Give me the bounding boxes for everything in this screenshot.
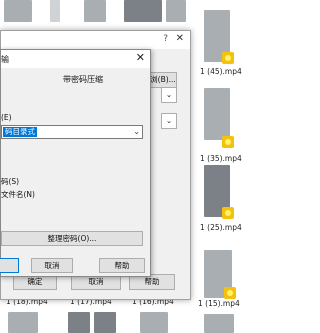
cancel-button[interactable]: 取消 — [31, 258, 73, 273]
password-dialog-titlebar: 输 ✕ — [1, 50, 150, 68]
help-icon[interactable]: ? — [163, 34, 168, 44]
video-thumbnail[interactable] — [8, 312, 38, 333]
video-thumbnail[interactable] — [204, 88, 230, 140]
browse-button[interactable]: 浏(B)... — [149, 72, 177, 88]
ok-button[interactable] — [0, 258, 19, 273]
video-thumbnail[interactable] — [204, 314, 234, 333]
password-value[interactable]: 码目录式 — [3, 127, 37, 137]
chevron-down-icon: ⌄ — [165, 90, 173, 99]
password-dialog: 输 ✕ 带密码压缩 (E) 码目录式 ⌄ 码(S) 文件名(N) 整理密码(O)… — [0, 49, 151, 277]
file-name[interactable]: 1 (35).mp4 — [200, 154, 242, 163]
dialog-heading: 带密码压缩 — [63, 75, 103, 84]
tag-icon — [222, 136, 234, 148]
file-name[interactable]: 1 (25).mp4 — [200, 223, 242, 232]
video-thumbnail[interactable] — [84, 0, 106, 22]
tag-icon — [222, 52, 234, 64]
archive-dialog-titlebar — [1, 31, 190, 49]
encrypt-filenames-option[interactable]: 文件名(N) — [1, 189, 35, 200]
file-name[interactable]: 1 (45).mp4 — [200, 67, 242, 76]
tag-icon — [224, 287, 236, 299]
video-thumbnail[interactable] — [4, 0, 32, 22]
file-name[interactable]: 1 (15).mp4 — [198, 299, 240, 308]
dropdown[interactable]: ⌄ — [161, 87, 177, 103]
video-thumbnail[interactable] — [68, 312, 90, 333]
close-icon[interactable]: ✕ — [136, 51, 145, 64]
close-icon[interactable]: ✕ — [176, 33, 184, 44]
dropdown[interactable]: ⌄ — [161, 113, 177, 129]
chevron-down-icon[interactable]: ⌄ — [133, 126, 140, 138]
show-password-option[interactable]: 码(S) — [1, 176, 19, 187]
video-thumbnail[interactable] — [50, 0, 60, 22]
video-thumbnail[interactable] — [166, 0, 186, 22]
dialog-title: 输 — [1, 55, 9, 64]
manage-passwords-button[interactable]: 整理密码(O)... — [1, 231, 143, 246]
video-thumbnail[interactable] — [140, 312, 168, 333]
video-thumbnail[interactable] — [124, 0, 162, 22]
chevron-down-icon: ⌄ — [165, 116, 173, 125]
help-button[interactable]: 帮助 — [99, 258, 145, 273]
password-dialog-body: 带密码压缩 (E) 码目录式 ⌄ 码(S) 文件名(N) 整理密码(O)... … — [0, 68, 150, 276]
video-thumbnail[interactable] — [94, 312, 116, 333]
password-input[interactable]: 码目录式 ⌄ — [1, 125, 143, 139]
password-label: (E) — [1, 113, 12, 122]
tag-icon — [222, 207, 234, 219]
